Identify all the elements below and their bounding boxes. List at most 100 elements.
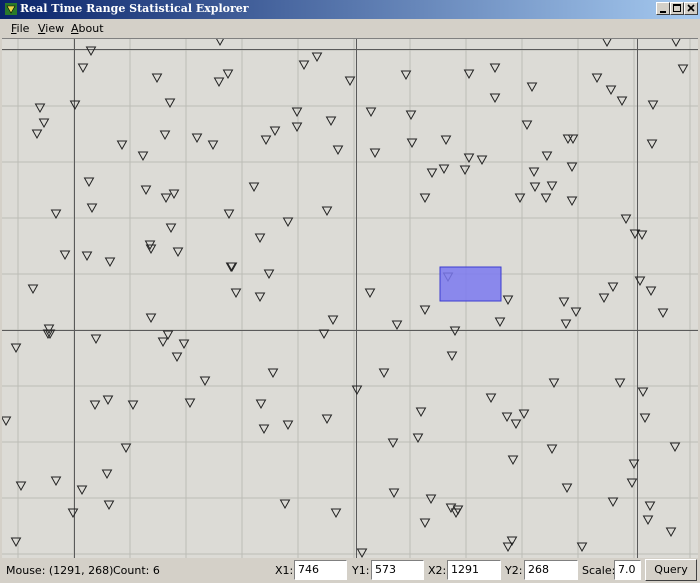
menu-file[interactable]: File — [11, 22, 29, 35]
x1-field[interactable]: 746 — [294, 560, 347, 580]
data-point-marker — [67, 508, 79, 519]
menu-about[interactable]: About — [71, 22, 104, 35]
data-point-marker — [637, 387, 649, 398]
data-point-marker — [318, 329, 330, 340]
data-point-marker — [216, 39, 224, 47]
data-point-marker — [325, 116, 337, 127]
crosshair-axes — [2, 39, 698, 559]
data-point-marker — [387, 438, 399, 449]
title-bar[interactable]: Real Time Range Statistical Explorer — [0, 0, 700, 19]
data-point-marker — [159, 130, 171, 141]
data-point-marker — [344, 76, 356, 87]
data-point-marker — [102, 395, 114, 406]
data-point-marker — [518, 409, 530, 420]
data-point-marker — [438, 164, 450, 175]
data-point-marker — [591, 73, 603, 84]
y2-field[interactable]: 268 — [524, 560, 578, 580]
data-point-marker — [671, 39, 681, 48]
data-point-marker — [165, 223, 177, 234]
data-point-marker — [485, 393, 497, 404]
minimize-button[interactable] — [656, 2, 670, 15]
data-point-marker — [137, 151, 149, 162]
data-point-marker — [616, 96, 628, 107]
data-point-marker — [327, 315, 339, 326]
data-point-marker — [34, 103, 46, 114]
data-point-marker — [598, 293, 610, 304]
data-point-marker — [626, 478, 638, 489]
data-point-marker — [400, 70, 412, 81]
data-point-marker — [145, 244, 157, 255]
data-point-marker — [566, 196, 578, 207]
data-point-marker — [356, 548, 368, 559]
scale-field[interactable]: 7.0 — [614, 560, 641, 580]
data-point-marker — [27, 284, 39, 295]
data-point-marker — [172, 247, 184, 258]
data-point-marker — [620, 214, 632, 225]
data-point-marker — [634, 276, 646, 287]
data-point-marker — [514, 193, 526, 204]
plot-surface[interactable] — [2, 39, 698, 559]
data-point-marker — [59, 250, 71, 261]
close-button[interactable] — [684, 2, 698, 15]
data-point-marker — [83, 177, 95, 188]
data-point-marker — [369, 148, 381, 159]
range-selection[interactable] — [439, 266, 502, 302]
data-point-marker — [269, 126, 281, 137]
data-point-marker — [440, 135, 452, 146]
status-bar: Mouse: (1291, 268) Count: 6 X1: 746 Y1: … — [0, 558, 700, 583]
data-point-marker — [501, 412, 513, 423]
data-point-marker — [412, 433, 424, 444]
menu-view[interactable]: View — [38, 22, 64, 35]
scatter-canvas[interactable] — [2, 38, 698, 559]
data-point-marker — [116, 140, 128, 151]
data-point-marker — [419, 193, 431, 204]
data-point-marker — [602, 39, 612, 48]
data-point-marker — [298, 60, 310, 71]
data-point-marker — [254, 233, 266, 244]
data-point-marker — [43, 324, 55, 335]
data-point-marker — [50, 209, 62, 220]
data-point-marker — [647, 100, 659, 111]
data-point-marker — [419, 518, 431, 529]
data-point-marker — [311, 52, 323, 63]
data-point-marker — [446, 351, 458, 362]
x2-label: X2: — [428, 564, 447, 577]
query-button[interactable]: Query — [645, 559, 697, 581]
data-point-marker — [489, 63, 501, 74]
data-point-marker — [191, 133, 203, 144]
data-point-marker — [405, 110, 417, 121]
data-point-marker — [230, 288, 242, 299]
app-icon — [5, 3, 17, 15]
data-point-marker — [291, 122, 303, 133]
data-point-marker — [494, 317, 506, 328]
close-icon — [687, 4, 695, 12]
data-point-marker — [90, 334, 102, 345]
x2-field[interactable]: 1291 — [447, 560, 501, 580]
data-point-marker — [171, 352, 183, 363]
x1-label: X1: — [275, 564, 294, 577]
data-point-marker — [104, 257, 116, 268]
y1-field[interactable]: 573 — [371, 560, 424, 580]
y2-label: Y2: — [505, 564, 523, 577]
data-point-marker — [607, 282, 619, 293]
data-point-marker — [282, 420, 294, 431]
data-point-marker — [330, 508, 342, 519]
data-point-marker — [255, 399, 267, 410]
data-point-marker — [101, 469, 113, 480]
data-point-marker — [282, 217, 294, 228]
data-point-marker — [140, 185, 152, 196]
y1-label: Y1: — [352, 564, 370, 577]
maximize-button[interactable] — [670, 2, 684, 15]
data-point-marker — [510, 419, 522, 430]
data-point-marker — [157, 337, 169, 348]
data-point-marker — [507, 455, 519, 466]
data-point-marker — [645, 286, 657, 297]
data-point-marker — [332, 145, 344, 156]
data-point-marker — [178, 339, 190, 350]
data-point-marker — [184, 398, 196, 409]
menu-bar: File View About — [0, 19, 700, 38]
data-point-marker — [260, 135, 272, 146]
data-point-marker — [207, 140, 219, 151]
data-point-marker — [321, 206, 333, 217]
data-point-marker — [665, 527, 677, 538]
